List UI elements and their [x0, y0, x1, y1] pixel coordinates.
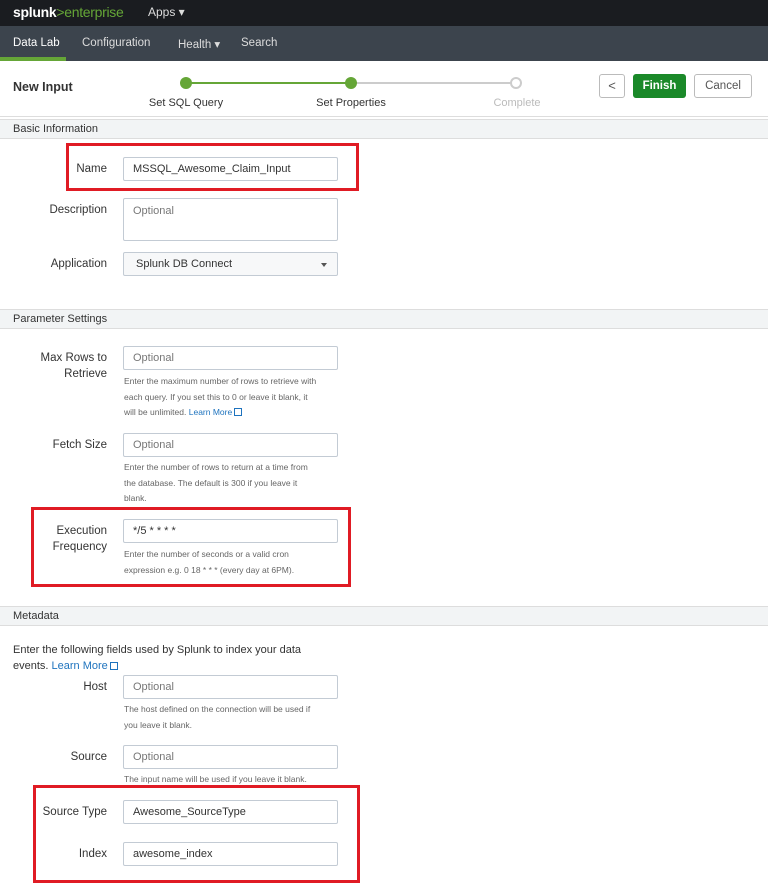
max-rows-help: Enter the maximum number of rows to retr…	[124, 374, 344, 421]
max-rows-label-line2: Retrieve	[64, 368, 107, 380]
nav-configuration[interactable]: Configuration	[82, 37, 150, 49]
host-input[interactable]: Optional	[123, 675, 338, 699]
fetch-help-line2: the database. The default is 300 if you …	[124, 477, 298, 488]
external-link-icon	[234, 408, 243, 416]
metadata-intro-line2: events. Learn More	[13, 659, 313, 675]
fetch-size-help: Enter the number of rows to return at a …	[124, 460, 344, 507]
step-label-complete: Complete	[493, 97, 541, 109]
section-header-parameters: Parameter Settings	[0, 309, 768, 329]
metadata-intro: Enter the following fields used by Splun…	[13, 643, 313, 674]
application-select-value: Splunk DB Connect	[136, 258, 232, 270]
logo-main: splunk	[13, 4, 57, 20]
metadata-intro-text: events.	[13, 659, 49, 672]
step-dot-properties	[345, 77, 357, 89]
host-help-line2: you leave it blank.	[124, 719, 193, 730]
fetch-help-line3: blank.	[124, 493, 147, 503]
back-button[interactable]: <	[599, 74, 625, 98]
nav-data-lab[interactable]: Data Lab	[13, 37, 60, 49]
fetch-help-line1: Enter the number of rows to return at a …	[124, 462, 308, 472]
external-link-icon	[109, 661, 118, 670]
description-label: Description	[49, 204, 107, 216]
highlight-box-execution	[31, 507, 351, 587]
step-dot-complete	[510, 77, 522, 89]
nav-health[interactable]: Health ▾	[178, 37, 220, 51]
top-bar: splunk>enterprise Apps ▾	[0, 0, 768, 26]
host-help-line1: The host defined on the connection will …	[124, 704, 311, 714]
nav-search[interactable]: Search	[241, 37, 277, 49]
max-rows-input[interactable]: Optional	[123, 346, 338, 370]
step-label-sql-query: Set SQL Query	[148, 97, 224, 109]
section-header-metadata: Metadata	[0, 606, 768, 626]
splunk-logo[interactable]: splunk>enterprise	[13, 4, 124, 20]
max-rows-label: Max Rows to Retrieve	[10, 350, 107, 382]
max-rows-help-text: will be unlimited.	[124, 407, 187, 417]
source-input[interactable]: Optional	[123, 745, 338, 769]
page-title: New Input	[13, 80, 73, 94]
application-select[interactable]: Splunk DB Connect	[123, 252, 338, 276]
step-dot-sql-query	[180, 77, 192, 89]
fetch-size-input[interactable]: Optional	[123, 433, 338, 457]
max-rows-label-line1: Max Rows to	[40, 352, 107, 364]
highlight-box-metadata	[33, 785, 360, 883]
logo-product: enterprise	[64, 4, 124, 20]
max-rows-help-line2: each query. If you set this to 0 or leav…	[124, 391, 308, 402]
caret-down-icon	[321, 263, 327, 267]
step-connector-1	[186, 82, 351, 84]
metadata-intro-line1: Enter the following fields used by Splun…	[13, 644, 302, 656]
finish-button[interactable]: Finish	[633, 74, 686, 98]
description-textarea[interactable]: Optional	[123, 198, 338, 241]
section-header-basic: Basic Information	[0, 119, 768, 139]
cancel-button[interactable]: Cancel	[694, 74, 752, 98]
max-rows-help-line3: will be unlimited. Learn More	[124, 405, 344, 421]
highlight-box-name	[66, 143, 359, 191]
metadata-learn-more-link[interactable]: Learn More	[52, 660, 108, 672]
source-label: Source	[70, 751, 107, 763]
wizard-header: New Input Set SQL Query Set Properties C…	[0, 61, 768, 117]
max-rows-help-line1: Enter the maximum number of rows to retr…	[124, 376, 317, 386]
step-label-properties: Set Properties	[316, 97, 386, 109]
apps-menu[interactable]: Apps ▾	[148, 5, 185, 19]
fetch-size-label: Fetch Size	[52, 439, 107, 451]
max-rows-learn-more-link[interactable]: Learn More	[189, 407, 232, 417]
host-label: Host	[83, 681, 107, 693]
application-label: Application	[50, 258, 107, 270]
step-connector-2	[351, 82, 516, 84]
host-help: The host defined on the connection will …	[124, 702, 344, 733]
app-nav-bar: Data Lab Configuration Health ▾ Search	[0, 26, 768, 61]
